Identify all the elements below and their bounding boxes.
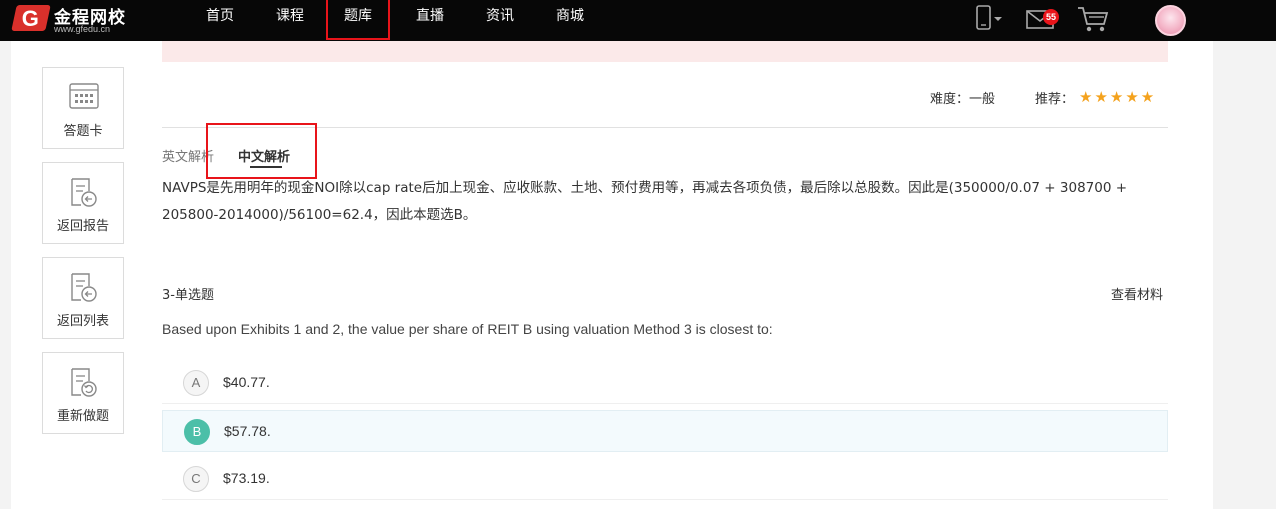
logo-mark: G bbox=[11, 5, 51, 31]
option-text: $40.77. bbox=[223, 374, 270, 390]
logo-letter: G bbox=[21, 6, 39, 31]
redo-label: 重新做题 bbox=[56, 409, 109, 424]
option-text: $73.19. bbox=[223, 470, 270, 486]
tab-highlight-box bbox=[206, 123, 317, 179]
redo-button[interactable]: 重新做题 bbox=[42, 352, 124, 434]
question-text: Based upon Exhibits 1 and 2, the value p… bbox=[162, 321, 773, 337]
answer-card-button[interactable]: 答题卡 bbox=[42, 67, 124, 149]
rating-stars: ★★★★★ bbox=[1079, 88, 1157, 106]
nav-home[interactable]: 首页 bbox=[190, 0, 250, 41]
nav-mall[interactable]: 商城 bbox=[540, 0, 600, 41]
nav-live[interactable]: 直播 bbox=[400, 0, 460, 41]
return-list-label: 返回列表 bbox=[56, 314, 109, 329]
top-nav-bar: G 金程网校 www.gfedu.cn 首页 课程 题库 直播 资讯 商城 55 bbox=[0, 0, 1276, 41]
return-list-button[interactable]: 返回列表 bbox=[42, 257, 124, 339]
answer-card-icon bbox=[69, 83, 99, 109]
mobile-app-icon[interactable] bbox=[976, 5, 1004, 31]
return-report-label: 返回报告 bbox=[56, 219, 109, 234]
option-letter: C bbox=[183, 466, 209, 492]
nav-courses[interactable]: 课程 bbox=[260, 0, 320, 41]
return-report-icon bbox=[71, 178, 97, 207]
answer-card-label: 答题卡 bbox=[63, 124, 103, 139]
user-avatar[interactable] bbox=[1155, 5, 1186, 36]
question-type: 3-单选题 bbox=[162, 288, 214, 303]
redo-icon bbox=[71, 368, 97, 397]
view-material-link[interactable]: 查看材料 bbox=[1111, 284, 1163, 303]
option-text: $57.78. bbox=[224, 423, 271, 439]
option-letter: A bbox=[183, 370, 209, 396]
cart-icon[interactable] bbox=[1077, 5, 1109, 33]
option-b[interactable]: B $57.78. bbox=[162, 410, 1168, 452]
analysis-text: NAVPS是先用明年的现金NOI除以cap rate后加上现金、应收账款、土地、… bbox=[162, 180, 1128, 223]
answer-result-banner bbox=[162, 41, 1168, 62]
return-report-button[interactable]: 返回报告 bbox=[42, 162, 124, 244]
option-a[interactable]: A $40.77. bbox=[162, 362, 1168, 404]
option-c[interactable]: C $73.19. bbox=[162, 458, 1168, 500]
site-logo[interactable]: G 金程网校 www.gfedu.cn bbox=[11, 3, 134, 37]
recommend-label: 推荐： bbox=[1035, 92, 1075, 107]
option-letter: B bbox=[184, 419, 210, 445]
nav-question-bank[interactable]: 题库 bbox=[326, 0, 390, 40]
return-list-icon bbox=[71, 273, 97, 302]
difficulty-label: 难度：一般 bbox=[930, 92, 996, 107]
logo-url: www.gfedu.cn bbox=[54, 24, 111, 34]
mail-badge: 55 bbox=[1043, 9, 1059, 25]
nav-news[interactable]: 资讯 bbox=[470, 0, 530, 41]
